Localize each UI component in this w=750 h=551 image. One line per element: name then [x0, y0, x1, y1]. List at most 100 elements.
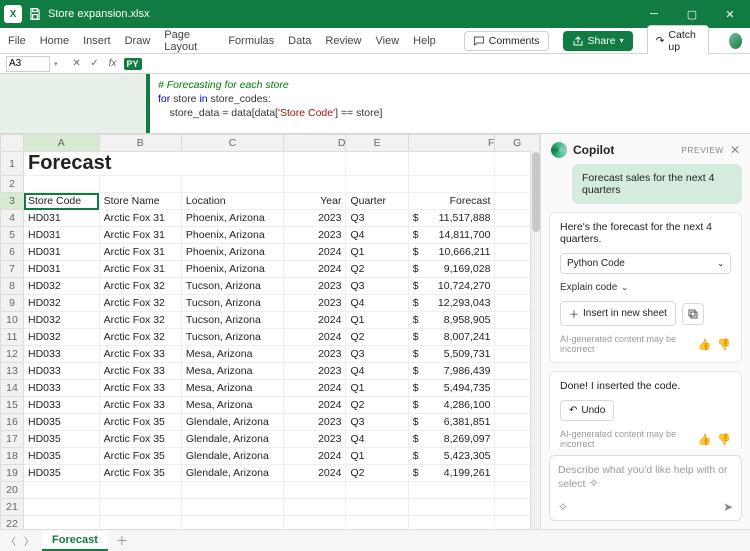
scroll-thumb[interactable] [532, 152, 540, 232]
cell-location[interactable]: Mesa, Arizona [181, 380, 283, 397]
row-header[interactable]: 10 [1, 312, 24, 329]
cell-year[interactable]: 2024 [284, 380, 346, 397]
cell-year[interactable]: 2023 [284, 210, 346, 227]
name-box[interactable] [6, 56, 50, 72]
cell-store-name[interactable]: Arctic Fox 32 [99, 312, 181, 329]
select-all[interactable] [1, 135, 24, 152]
cell-quarter[interactable]: Q1 [346, 312, 408, 329]
cell[interactable] [181, 482, 283, 499]
row-header[interactable]: 20 [1, 482, 24, 499]
cell-year[interactable]: 2023 [284, 227, 346, 244]
cell[interactable] [284, 516, 346, 530]
cell-year[interactable]: 2024 [284, 465, 346, 482]
cell[interactable] [99, 499, 181, 516]
cell[interactable] [181, 176, 283, 193]
cell-location[interactable]: Phoenix, Arizona [181, 210, 283, 227]
cell-forecast[interactable]: $4,199,261 [408, 465, 495, 482]
cell-quarter[interactable]: Q2 [346, 261, 408, 278]
cell-location[interactable]: Glendale, Arizona [181, 414, 283, 431]
cell-store-name[interactable]: Arctic Fox 32 [99, 278, 181, 295]
cell-location[interactable]: Mesa, Arizona [181, 346, 283, 363]
cell-year[interactable]: 2023 [284, 431, 346, 448]
cell-store-name[interactable]: Arctic Fox 35 [99, 414, 181, 431]
thumbs-up-icon[interactable]: 👍 [698, 433, 712, 446]
cell[interactable] [99, 516, 181, 530]
cell-quarter[interactable]: Q4 [346, 295, 408, 312]
header-year[interactable]: Year [284, 193, 346, 210]
row-header[interactable]: 6 [1, 244, 24, 261]
cell-year[interactable]: 2024 [284, 244, 346, 261]
cell-store-code[interactable]: HD032 [24, 329, 100, 346]
cell-store-name[interactable]: Arctic Fox 31 [99, 227, 181, 244]
thumbs-down-icon[interactable]: 👎 [717, 338, 731, 351]
cell-forecast[interactable]: $8,007,241 [408, 329, 495, 346]
cell-forecast[interactable]: $12,293,043 [408, 295, 495, 312]
row-header[interactable]: 12 [1, 346, 24, 363]
cell-store-name[interactable]: Arctic Fox 33 [99, 380, 181, 397]
header-forecast[interactable]: Forecast [408, 193, 495, 210]
row-header[interactable]: 3 [1, 193, 24, 210]
tab-data[interactable]: Data [288, 35, 311, 47]
col-header-G[interactable]: G [495, 135, 540, 152]
cell-store-code[interactable]: HD032 [24, 295, 100, 312]
row-header[interactable]: 17 [1, 431, 24, 448]
cell-store-name[interactable]: Arctic Fox 31 [99, 261, 181, 278]
cell-store-code[interactable]: HD035 [24, 448, 100, 465]
row-header[interactable]: 16 [1, 414, 24, 431]
add-sheet-button[interactable]: ＋ [116, 532, 128, 549]
copilot-explain-code[interactable]: Explain code ⌄ [560, 282, 731, 293]
cell-year[interactable]: 2024 [284, 329, 346, 346]
cell-quarter[interactable]: Q3 [346, 414, 408, 431]
send-icon[interactable]: ➤ [723, 500, 733, 514]
tab-file[interactable]: File [8, 35, 26, 47]
cell-year[interactable]: 2024 [284, 312, 346, 329]
cell-quarter[interactable]: Q3 [346, 278, 408, 295]
cell-location[interactable]: Glendale, Arizona [181, 448, 283, 465]
row-header[interactable]: 1 [1, 152, 24, 176]
cell-location[interactable]: Phoenix, Arizona [181, 261, 283, 278]
header-store-name[interactable]: Store Name [99, 193, 181, 210]
cell-store-code[interactable]: HD033 [24, 380, 100, 397]
cell-store-code[interactable]: HD033 [24, 363, 100, 380]
cell-year[interactable]: 2023 [284, 363, 346, 380]
row-header[interactable]: 2 [1, 176, 24, 193]
cell-year[interactable]: 2023 [284, 414, 346, 431]
cell[interactable] [99, 482, 181, 499]
row-header[interactable]: 22 [1, 516, 24, 530]
window-minimize-button[interactable]: ─ [638, 0, 670, 28]
cell-forecast[interactable]: $8,958,905 [408, 312, 495, 329]
row-header[interactable]: 18 [1, 448, 24, 465]
cell-quarter[interactable]: Q3 [346, 210, 408, 227]
tab-help[interactable]: Help [413, 35, 436, 47]
col-header-D[interactable]: D [284, 135, 346, 152]
copilot-insert-button[interactable]: ＋ Insert in new sheet [560, 301, 676, 326]
cell-location[interactable]: Glendale, Arizona [181, 465, 283, 482]
cell-store-name[interactable]: Arctic Fox 31 [99, 210, 181, 227]
col-header-F[interactable]: F [408, 135, 495, 152]
tab-view[interactable]: View [376, 35, 400, 47]
save-icon[interactable] [28, 7, 42, 21]
cell[interactable] [284, 482, 346, 499]
cell-quarter[interactable]: Q2 [346, 397, 408, 414]
cell[interactable] [24, 482, 100, 499]
tab-home[interactable]: Home [40, 35, 69, 47]
copilot-undo-button[interactable]: ↶ Undo [560, 400, 614, 421]
cell-store-code[interactable]: HD031 [24, 210, 100, 227]
row-header[interactable]: 14 [1, 380, 24, 397]
row-header[interactable]: 5 [1, 227, 24, 244]
cell-quarter[interactable]: Q2 [346, 465, 408, 482]
comments-button[interactable]: Comments [464, 31, 549, 51]
col-header-A[interactable]: A [24, 135, 100, 152]
cell-store-code[interactable]: HD031 [24, 261, 100, 278]
cell[interactable] [408, 152, 495, 176]
tab-draw[interactable]: Draw [125, 35, 151, 47]
vertical-scrollbar[interactable] [530, 151, 540, 529]
cell[interactable] [408, 499, 495, 516]
row-header[interactable]: 19 [1, 465, 24, 482]
spreadsheet[interactable]: ABCDEFG1Forecast23Store CodeStore NameLo… [0, 134, 540, 529]
cell-forecast[interactable]: $11,517,888 [408, 210, 495, 227]
cell-quarter[interactable]: Q2 [346, 329, 408, 346]
thumbs-down-icon[interactable]: 👎 [717, 433, 731, 446]
cell[interactable] [346, 499, 408, 516]
cell-store-name[interactable]: Arctic Fox 31 [99, 244, 181, 261]
